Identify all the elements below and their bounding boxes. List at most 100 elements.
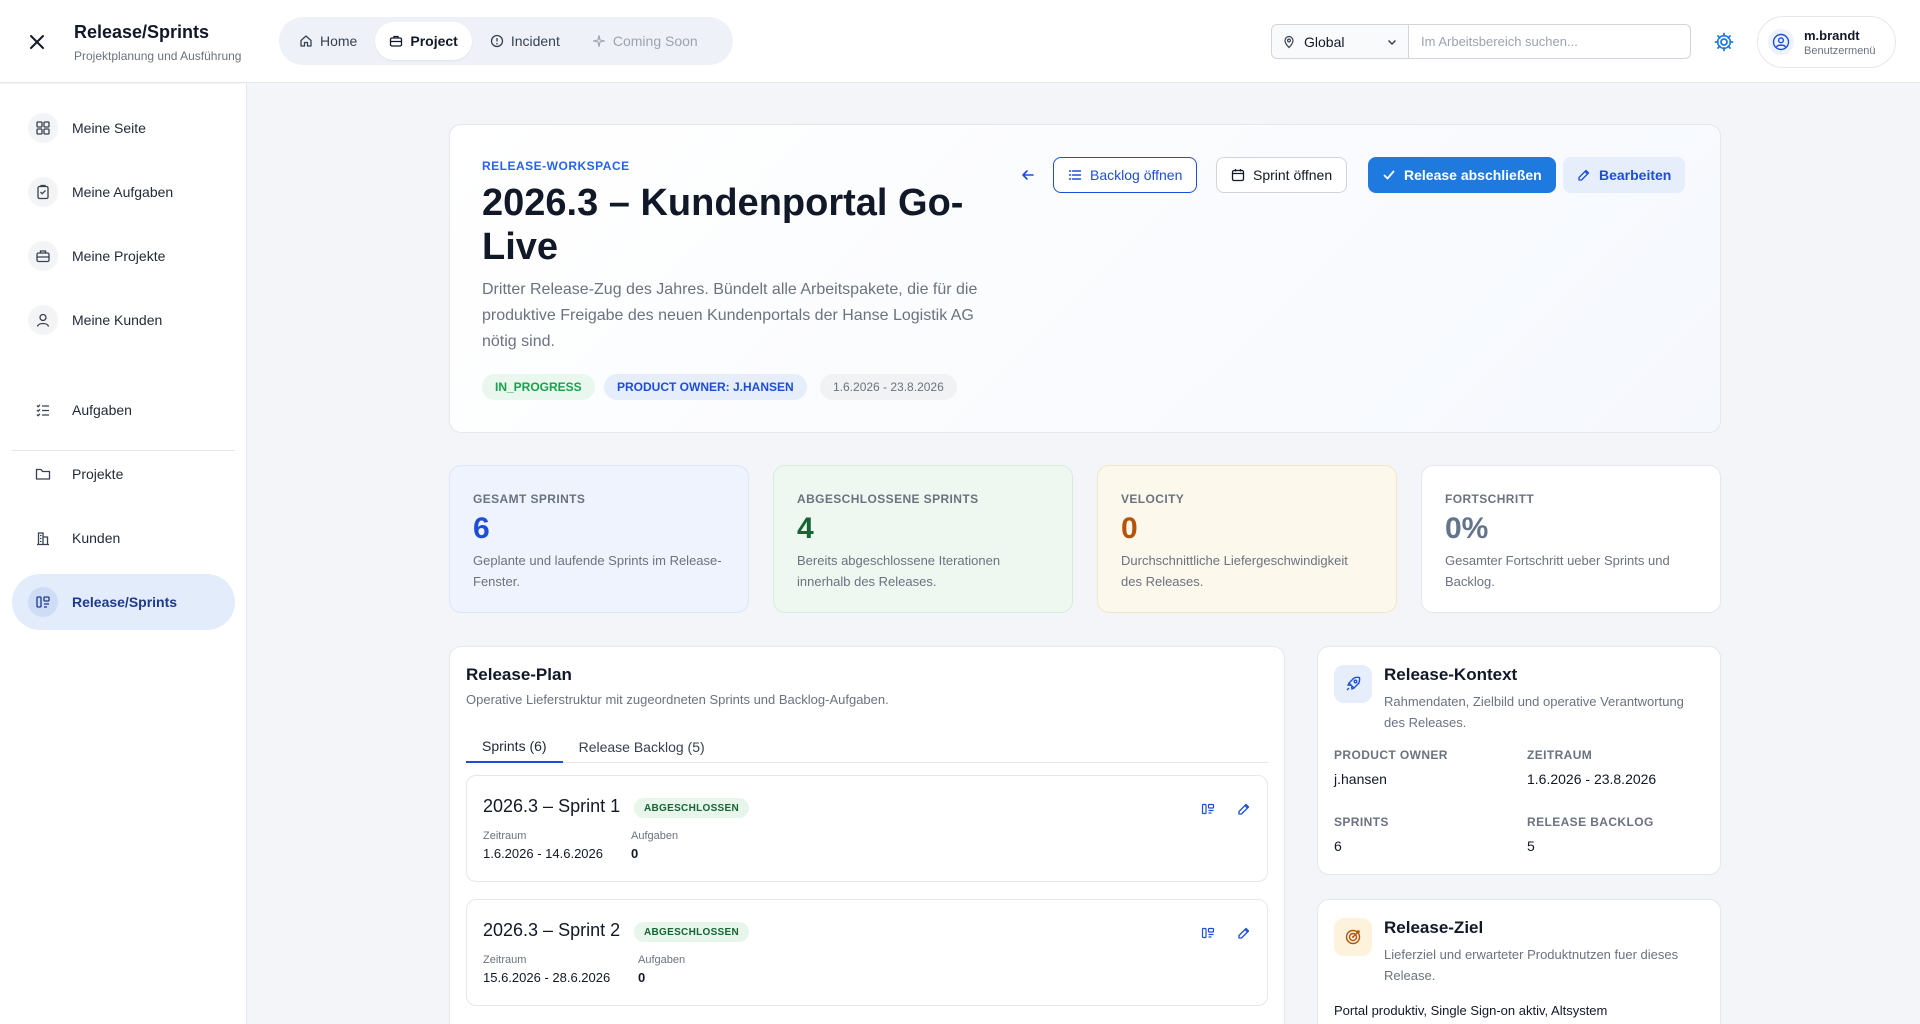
stat-label: FORTSCHRITT [1445, 492, 1535, 506]
search-input[interactable] [1409, 24, 1691, 59]
main-nav: Home Project Incident Coming Soon [279, 17, 733, 65]
open-backlog-button[interactable]: Backlog öffnen [1053, 157, 1198, 193]
edit-icon[interactable] [1231, 796, 1257, 822]
sidebar-item-label: Meine Aufgaben [72, 184, 174, 200]
back-arrow-icon[interactable] [1013, 157, 1043, 193]
release-goal-text: Portal produktiv, Single Sign-on aktiv, … [1334, 1003, 1608, 1018]
sidebar-item-label: Meine Seite [72, 120, 146, 136]
owner-value: j.hansen [1334, 771, 1387, 787]
clipboard-icon [28, 177, 58, 207]
sprint-board-icon [28, 587, 58, 617]
tab-coming-soon[interactable]: Coming Soon [578, 22, 712, 60]
stat-progress: FORTSCHRITT 0% Gesamter Fortschritt uebe… [1421, 465, 1721, 613]
sprint-card[interactable]: 2026.3 – Sprint 2 ABGESCHLOSSEN Zeitraum… [466, 899, 1268, 1006]
stat-label: VELOCITY [1121, 492, 1185, 506]
stat-total-sprints: GESAMT SPRINTS 6 Geplante und laufende S… [449, 465, 749, 613]
tab-project-label: Project [410, 33, 458, 49]
release-goal-card: Release-Ziel Lieferziel und erwarteter P… [1317, 899, 1721, 1024]
stat-velocity: VELOCITY 0 Durchschnittliche Liefergesch… [1097, 465, 1397, 613]
sprint-tasks: 0 [631, 846, 639, 861]
user-menu-label: Benutzermenü [1804, 44, 1876, 57]
sidebar-item-meine-aufgaben[interactable]: Meine Aufgaben [12, 164, 235, 220]
tab-home[interactable]: Home [285, 22, 371, 60]
tab-project[interactable]: Project [375, 22, 472, 60]
sprint-period-label: Zeitraum [483, 954, 527, 966]
release-context-subtitle: Rahmendaten, Zielbild und operative Vera… [1384, 694, 1684, 730]
tab-release-backlog[interactable]: Release Backlog (5) [563, 731, 721, 763]
sidebar-item-projekte[interactable]: Projekte [12, 446, 235, 502]
app-subtitle: Projektplanung und Ausführung [74, 49, 242, 63]
open-sprint-button[interactable]: Sprint öffnen [1216, 157, 1348, 193]
product-owner-badge: PRODUCT OWNER: J.HANSEN [604, 374, 807, 400]
sidebar-item-kunden[interactable]: Kunden [12, 510, 235, 566]
sprint-board-icon[interactable] [1195, 920, 1221, 946]
sprint-period: 1.6.2026 - 14.6.2026 [483, 846, 603, 861]
sidebar-item-meine-seite[interactable]: Meine Seite [12, 100, 235, 156]
sidebar-item-meine-kunden[interactable]: Meine Kunden [12, 292, 235, 348]
edit-release-button[interactable]: Bearbeiten [1563, 157, 1686, 193]
search-scope-value: Global [1304, 33, 1345, 50]
calendar-icon [1231, 169, 1245, 182]
sidebar-item-label: Projekte [72, 466, 124, 482]
release-title: 2026.3 – Kundenportal Go-Live [482, 182, 964, 268]
user-circle-icon [1772, 33, 1790, 51]
user-menu[interactable]: m.brandt Benutzermenü [1757, 16, 1896, 68]
open-backlog-label: Backlog öffnen [1090, 167, 1183, 183]
release-plan-tabs: Sprints (6) Release Backlog (5) [466, 731, 1268, 763]
edit-icon[interactable] [1231, 920, 1257, 946]
sparkle-icon [592, 34, 605, 48]
stat-value: 0% [1445, 512, 1489, 545]
complete-release-button[interactable]: Release abschließen [1368, 157, 1556, 193]
sprint-period-label: Zeitraum [483, 830, 527, 842]
gear-icon[interactable] [1710, 28, 1738, 56]
stat-value: 4 [797, 512, 814, 545]
top-bar: Release/Sprints Projektplanung und Ausfü… [0, 0, 1920, 83]
sidebar-item-aufgaben[interactable]: Aufgaben [12, 382, 235, 438]
check-icon [1383, 170, 1395, 180]
stat-note: Durchschnittliche Liefergeschwindigkeit … [1121, 553, 1348, 589]
checklist-icon [28, 395, 58, 425]
sprint-status-badge: ABGESCHLOSSEN [634, 922, 750, 942]
tab-sprints[interactable]: Sprints (6) [466, 731, 563, 763]
stat-completed-sprints: ABGESCHLOSSENE SPRINTS 4 Bereits abgesch… [773, 465, 1073, 613]
release-plan-card: Release-Plan Operative Lieferstruktur mi… [449, 646, 1285, 1024]
target-icon [1334, 918, 1372, 956]
sprint-tasks-label: Aufgaben [631, 830, 679, 842]
close-icon[interactable] [22, 27, 52, 57]
stat-note: Gesamter Fortschritt ueber Sprints und B… [1445, 553, 1670, 589]
chevron-down-icon [1387, 39, 1397, 45]
rocket-icon [1334, 665, 1372, 703]
stat-value: 6 [473, 512, 490, 545]
tab-home-label: Home [320, 33, 358, 49]
release-header-card: RELEASE-WORKSPACE 2026.3 – Kundenportal … [449, 124, 1721, 433]
dashboard-icon [28, 113, 58, 143]
app-title: Release/Sprints [74, 22, 210, 42]
user-icon [28, 305, 58, 335]
release-plan-title: Release-Plan [466, 665, 572, 684]
sprint-board-icon[interactable] [1195, 796, 1221, 822]
stat-note: Bereits abgeschlossene Iterationen inner… [797, 553, 1001, 589]
stat-value: 0 [1121, 512, 1138, 545]
edit-release-label: Bearbeiten [1599, 167, 1672, 183]
home-icon [300, 35, 312, 47]
tab-coming-soon-label: Coming Soon [612, 33, 698, 49]
search-scope-select[interactable]: Global [1271, 24, 1409, 59]
sidebar-item-meine-projekte[interactable]: Meine Projekte [12, 228, 235, 284]
sprint-name: 2026.3 – Sprint 1 [483, 796, 621, 816]
sprints-value: 6 [1334, 838, 1342, 854]
open-sprint-label: Sprint öffnen [1253, 167, 1333, 183]
sprint-card[interactable]: 2026.3 – Sprint 1 ABGESCHLOSSEN Zeitraum… [466, 775, 1268, 882]
period-label: ZEITRAUM [1527, 748, 1593, 762]
backlog-value: 5 [1527, 838, 1535, 854]
stat-note: Geplante und laufende Sprints im Release… [473, 553, 722, 589]
release-description: Dritter Release-Zug des Jahres. Bündelt … [482, 281, 978, 350]
sidebar-item-release-sprints[interactable]: Release/Sprints [12, 574, 235, 630]
sprint-period: 15.6.2026 - 28.6.2026 [483, 970, 611, 985]
building-icon [28, 523, 58, 553]
owner-label: PRODUCT OWNER [1334, 748, 1448, 762]
release-goal-title: Release-Ziel [1384, 918, 1484, 937]
period-badge: 1.6.2026 - 23.8.2026 [820, 374, 957, 400]
sidebar-item-label: Kunden [72, 530, 121, 546]
sidebar-item-label: Meine Kunden [72, 312, 163, 328]
tab-incident[interactable]: Incident [476, 22, 574, 60]
